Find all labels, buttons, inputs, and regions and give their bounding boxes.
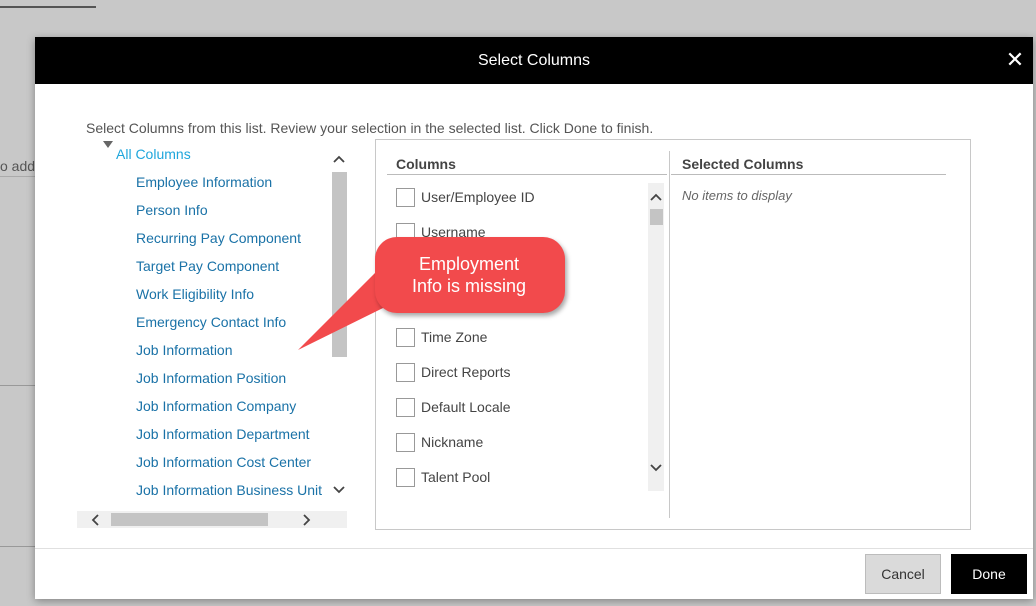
down-arrow-icon[interactable] — [332, 485, 346, 495]
columns-header: Columns — [396, 156, 456, 172]
cancel-button[interactable]: Cancel — [865, 554, 941, 594]
column-option-label: User/Employee ID — [421, 189, 535, 205]
column-option-label: Default Locale — [421, 399, 511, 415]
selected-columns-header: Selected Columns — [682, 156, 804, 172]
tree-item[interactable]: Job Information Department — [136, 426, 322, 454]
close-icon[interactable]: ✕ — [1003, 48, 1027, 72]
column-option-label: Time Zone — [421, 329, 488, 345]
columns-vertical-scrollbar[interactable] — [648, 183, 664, 491]
column-checkbox-list: User/Employee ID Username Time Zone Dire… — [396, 187, 535, 502]
done-button[interactable]: Done — [951, 554, 1027, 594]
select-columns-dialog: Select Columns ✕ Select Columns from thi… — [35, 37, 1033, 599]
up-arrow-icon[interactable] — [649, 192, 663, 202]
selected-empty-text: No items to display — [682, 188, 792, 203]
checkbox[interactable] — [396, 398, 415, 417]
selected-columns-header-underline — [671, 174, 946, 175]
columns-panel: Columns Selected Columns No items to dis… — [375, 139, 971, 530]
column-option[interactable]: Talent Pool — [396, 467, 535, 502]
background-partial-text: o add — [0, 158, 36, 174]
annotation-callout-text: Employment Info is missing — [375, 253, 563, 297]
tree-item[interactable]: Job Information Company — [136, 398, 322, 426]
triangle-down-icon[interactable] — [103, 141, 113, 148]
panel-divider — [669, 151, 670, 518]
checkbox[interactable] — [396, 468, 415, 487]
tree-item[interactable]: Person Info — [136, 202, 322, 230]
tree-root-all-columns[interactable]: All Columns — [116, 146, 191, 162]
tree-horizontal-scroll-thumb[interactable] — [111, 513, 268, 526]
down-arrow-icon[interactable] — [649, 463, 663, 473]
left-arrow-icon[interactable] — [91, 514, 101, 526]
checkbox[interactable] — [396, 188, 415, 207]
callout-line: Info is missing — [411, 276, 527, 296]
checkbox[interactable] — [396, 328, 415, 347]
background-tab-underline — [0, 6, 96, 8]
columns-header-underline — [387, 174, 667, 175]
column-option[interactable]: Default Locale — [396, 397, 535, 432]
up-arrow-icon[interactable] — [332, 154, 346, 164]
column-option-label: Direct Reports — [421, 364, 511, 380]
column-option[interactable]: Nickname — [396, 432, 535, 467]
instructions-text: Select Columns from this list. Review yo… — [86, 120, 654, 136]
tree-item[interactable]: Employee Information — [136, 174, 322, 202]
background-divider — [0, 385, 36, 386]
column-option-label: Talent Pool — [421, 469, 491, 485]
footer-divider — [35, 548, 1033, 549]
dialog-title: Select Columns — [477, 52, 591, 69]
tree-item[interactable]: Job Information Position — [136, 370, 322, 398]
column-option[interactable]: Direct Reports — [396, 362, 535, 397]
background-divider — [0, 546, 36, 547]
tree-item[interactable]: Job Information Business Unit — [136, 482, 322, 510]
column-option[interactable]: Time Zone — [396, 327, 535, 362]
checkbox[interactable] — [396, 433, 415, 452]
column-option-label: Nickname — [421, 434, 484, 450]
callout-line: Employment — [418, 254, 520, 274]
right-arrow-icon[interactable] — [301, 514, 311, 526]
columns-vertical-scroll-thumb[interactable] — [650, 209, 663, 225]
tree-item[interactable]: Job Information Cost Center — [136, 454, 322, 482]
column-option[interactable]: User/Employee ID — [396, 187, 535, 222]
background-divider — [0, 176, 36, 177]
checkbox[interactable] — [396, 363, 415, 382]
